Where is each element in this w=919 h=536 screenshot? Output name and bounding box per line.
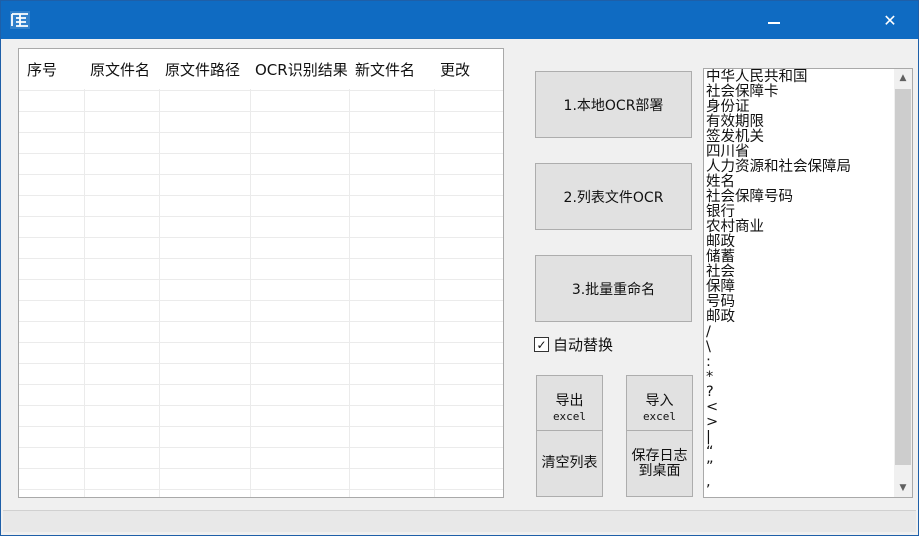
- keyword-line: 农村商业: [706, 219, 764, 235]
- minimize-icon: [768, 22, 780, 24]
- clear-list-label: 清空列表: [541, 455, 598, 471]
- keyword-line: ,: [706, 474, 711, 490]
- keyword-line: 社会保障号码: [706, 189, 793, 205]
- column-header-new-name[interactable]: 新文件名: [355, 59, 415, 80]
- minimize-button[interactable]: [751, 1, 797, 39]
- column-divider: [349, 49, 350, 497]
- keyword-line: 身份证: [706, 99, 750, 115]
- save-log-label-line2: 到桌面: [638, 462, 681, 479]
- title-bar[interactable]: ✕: [1, 1, 918, 39]
- column-divider: [434, 49, 435, 497]
- batch-rename-button[interactable]: 3.批量重命名: [535, 255, 692, 322]
- keyword-line: 储蓄: [706, 249, 735, 265]
- keyword-line: ”: [706, 459, 714, 475]
- check-icon: ✓: [536, 337, 547, 352]
- keyword-line: 四川省: [706, 144, 750, 160]
- keyword-line: “: [706, 444, 714, 460]
- column-header-original-path[interactable]: 原文件路径: [165, 59, 240, 80]
- keyword-line: 有效期限: [706, 114, 764, 130]
- import-label: 导入: [645, 392, 674, 409]
- column-header-ocr-result[interactable]: OCR识别结果: [255, 59, 348, 80]
- keyword-line: |: [706, 429, 711, 445]
- keyword-line: *: [706, 369, 714, 385]
- keyword-line: 保障: [706, 279, 735, 295]
- column-header-change[interactable]: 更改: [440, 59, 470, 80]
- keyword-line: 人力资源和社会保障局: [706, 159, 851, 175]
- keyword-lines: 中华人民共和国 社会保障卡 身份证 有效期限 签发机关 四川省 人力资源和社会保障局 姓名 社会…: [706, 70, 892, 490]
- export-format-label: excel: [552, 409, 587, 423]
- keyword-line: /: [706, 324, 711, 340]
- keyword-line: <: [706, 399, 719, 415]
- auto-replace-checkbox[interactable]: ✓ 自动替换: [534, 334, 613, 355]
- keyword-line: 邮政: [706, 234, 735, 250]
- column-header-original-name[interactable]: 原文件名: [90, 59, 150, 80]
- scroll-down-icon[interactable]: ▼: [894, 479, 912, 497]
- local-ocr-deploy-button[interactable]: 1.本地OCR部署: [535, 71, 692, 138]
- file-table[interactable]: 序号 原文件名 原文件路径 OCR识别结果 新文件名 更改: [18, 48, 504, 498]
- clear-list-button[interactable]: 清空列表: [536, 430, 603, 497]
- keyword-line: 邮政: [706, 309, 735, 325]
- scroll-up-icon[interactable]: ▲: [894, 69, 912, 87]
- keyword-textbox[interactable]: 中华人民共和国 社会保障卡 身份证 有效期限 签发机关 四川省 人力资源和社会保障局 姓名 社会…: [703, 68, 913, 498]
- column-divider: [159, 49, 160, 497]
- vertical-scrollbar[interactable]: ▲ ▼: [894, 69, 912, 497]
- column-header-index[interactable]: 序号: [27, 59, 57, 80]
- keyword-line: 号码: [706, 294, 735, 310]
- column-divider: [250, 49, 251, 497]
- checkbox-box[interactable]: ✓: [534, 337, 549, 352]
- keyword-line: ?: [706, 384, 714, 400]
- app-window: ✕ 序号 原文件名 原文件路径 OCR识别结果 新文件名 更改 1.本地OCR部…: [0, 0, 919, 536]
- keyword-line: 社会: [706, 264, 735, 280]
- close-button[interactable]: ✕: [867, 1, 913, 39]
- table-grid: 序号 原文件名 原文件路径 OCR识别结果 新文件名 更改: [19, 49, 503, 497]
- keyword-line: 姓名: [706, 174, 735, 190]
- status-bar: [3, 510, 916, 532]
- auto-replace-label: 自动替换: [553, 336, 614, 354]
- app-icon: [10, 11, 30, 29]
- keyword-line: :: [706, 354, 711, 370]
- keyword-line: 中华人民共和国: [706, 69, 808, 85]
- close-icon: ✕: [883, 10, 897, 30]
- keyword-line: 签发机关: [706, 129, 764, 145]
- import-format-label: excel: [642, 409, 677, 423]
- keyword-line: 社会保障卡: [706, 84, 779, 100]
- scroll-thumb[interactable]: [895, 89, 911, 465]
- save-log-label-line1: 保存日志: [631, 447, 688, 464]
- column-divider: [84, 49, 85, 497]
- export-label: 导出: [555, 392, 584, 409]
- save-log-button[interactable]: 保存日志 到桌面: [626, 430, 693, 497]
- keyword-line: 银行: [706, 204, 735, 220]
- list-file-ocr-button[interactable]: 2.列表文件OCR: [535, 163, 692, 230]
- table-header: 序号 原文件名 原文件路径 OCR识别结果 新文件名 更改: [19, 49, 503, 89]
- keyword-line: \: [706, 339, 711, 355]
- keyword-line: >: [706, 414, 719, 430]
